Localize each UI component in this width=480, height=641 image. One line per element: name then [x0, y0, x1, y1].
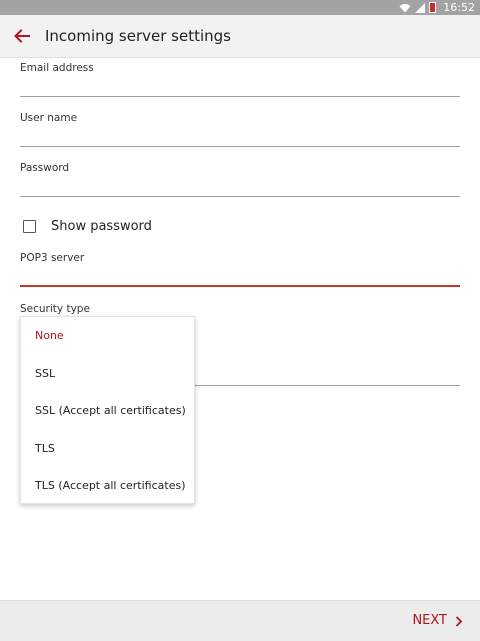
- next-label: NEXT: [412, 613, 447, 628]
- dropdown-option-tls[interactable]: TLS: [35, 442, 55, 455]
- pop3-server-underline: [20, 285, 460, 287]
- chevron-right-icon: [455, 615, 463, 627]
- security-type-label: Security type: [20, 303, 90, 315]
- show-password-row[interactable]: Show password: [23, 216, 152, 236]
- show-password-label: Show password: [51, 218, 152, 234]
- password-field[interactable]: Password: [20, 162, 460, 198]
- dropdown-option-tls-accept-all[interactable]: TLS (Accept all certificates): [35, 479, 185, 492]
- dropdown-option-none[interactable]: None: [35, 329, 64, 342]
- email-underline: [20, 96, 460, 97]
- app-bar: Incoming server settings: [0, 15, 480, 58]
- pop3-server-field[interactable]: POP3 server: [20, 252, 460, 288]
- status-time: 16:52: [443, 1, 475, 14]
- pop3-server-label: POP3 server: [20, 252, 85, 264]
- signal-icon: [415, 2, 425, 13]
- username-label: User name: [20, 112, 78, 124]
- status-bar: 16:52: [0, 0, 480, 15]
- battery-icon: [429, 2, 436, 13]
- password-label: Password: [20, 162, 70, 174]
- wifi-icon: [399, 3, 411, 12]
- password-underline: [20, 196, 460, 197]
- dropdown-option-ssl[interactable]: SSL: [35, 367, 55, 380]
- show-password-checkbox[interactable]: [23, 219, 36, 233]
- arrow-back-icon[interactable]: [12, 27, 32, 45]
- username-underline: [20, 146, 460, 147]
- page-title: Incoming server settings: [45, 27, 231, 45]
- email-label: Email address: [20, 62, 94, 74]
- email-field[interactable]: Email address: [20, 62, 460, 98]
- dropdown-option-ssl-accept-all[interactable]: SSL (Accept all certificates): [35, 404, 186, 417]
- bottom-bar: NEXT: [0, 600, 480, 641]
- next-button[interactable]: NEXT: [412, 601, 463, 641]
- status-icons: [399, 1, 436, 14]
- username-field[interactable]: User name: [20, 112, 460, 148]
- security-type-dropdown: None SSL SSL (Accept all certificates) T…: [20, 316, 195, 504]
